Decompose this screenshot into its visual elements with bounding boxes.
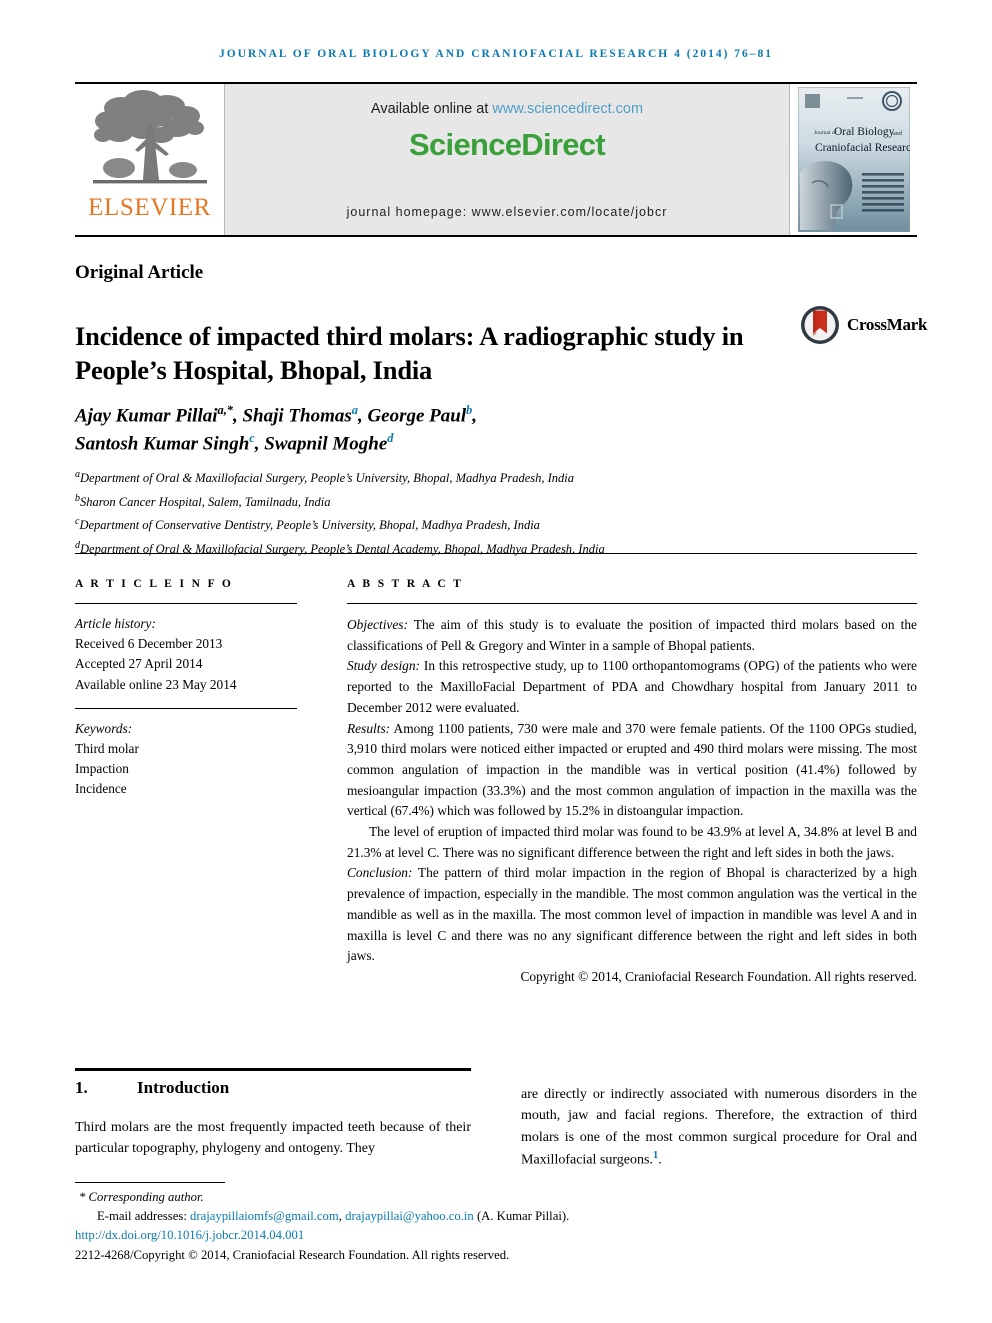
journal-cover-thumbnail: Journal of Oral Biology and Craniofacial… <box>789 84 917 235</box>
author-name: Ajay Kumar Pillai <box>75 405 218 427</box>
keywords-label: Keywords: <box>75 720 133 736</box>
available-online-prefix: Available online at <box>370 101 493 117</box>
author-affil-marker: d <box>387 430 394 445</box>
svg-text:and: and <box>893 130 903 137</box>
abstract-section: A B S T R A C T Objectives: The aim of t… <box>347 578 917 988</box>
author-name: , Shaji Thomas <box>232 405 352 427</box>
affiliation-text: Sharon Cancer Hospital, Salem, Tamilnadu… <box>80 494 331 509</box>
paper-page: Journal of Oral Biology and Craniofacial… <box>0 0 992 1323</box>
divider <box>347 603 917 604</box>
article-info-heading: A R T I C L E I N F O <box>75 578 234 590</box>
divider <box>75 707 297 709</box>
available-online-line: Available online at www.sciencedirect.co… <box>371 101 643 117</box>
author-name: , George Paul <box>357 405 467 427</box>
author-list: Ajay Kumar Pillaia,*, Shaji Thomasa, Geo… <box>75 402 835 458</box>
doi-text: http://dx.doi.org/10.1016/j.jobcr.2014.0… <box>75 1227 305 1242</box>
abstract-conclusion: Conclusion: The pattern of third molar i… <box>347 863 917 967</box>
body-column-right: are directly or indirectly associated wi… <box>521 1084 917 1171</box>
author-separator: , <box>472 405 478 427</box>
keyword-item: Incidence <box>75 781 127 797</box>
affiliation-text: Department of Oral & Maxillofacial Surge… <box>80 542 605 557</box>
corresponding-author-marker: * <box>79 1190 86 1204</box>
accepted-date: Accepted 27 April 2014 <box>75 656 203 672</box>
abstract-heading: A B S T R A C T <box>347 578 464 590</box>
divider <box>75 603 297 604</box>
footnote-block: * Corresponding author. E-mail addresses… <box>75 1188 920 1265</box>
affiliation-text: Department of Oral & Maxillofacial Surge… <box>80 471 575 486</box>
section-number: 1. <box>75 1078 88 1097</box>
svg-text:Oral Biology: Oral Biology <box>834 126 895 138</box>
author-name: Santosh Kumar Singh <box>75 433 250 455</box>
available-online-date: Available online 23 May 2014 <box>75 676 237 692</box>
author-name: , Swapnil Moghe <box>254 433 388 455</box>
affiliation-item: bSharon Cancer Hospital, Salem, Tamilnad… <box>75 490 835 514</box>
sciencedirect-banner: Available online at www.sciencedirect.co… <box>225 84 789 235</box>
journal-masthead: ELSEVIER Available online at www.science… <box>75 82 917 237</box>
section-heading-introduction: 1. Introduction <box>75 1078 229 1098</box>
journal-homepage-line[interactable]: journal homepage: www.elsevier.com/locat… <box>225 205 789 219</box>
page-title: Incidence of impacted third molars: A ra… <box>75 320 744 385</box>
crossmark-icon <box>801 306 839 344</box>
abstract-results-text: Among 1100 patients, 730 were male and 3… <box>347 720 917 819</box>
divider-above-introduction <box>75 1068 471 1071</box>
abstract-copyright: Copyright © 2014, Craniofacial Research … <box>520 968 917 984</box>
keyword-item: Third molar <box>75 741 139 757</box>
abstract-study-design: Study design: In this retrospective stud… <box>347 656 917 718</box>
affiliation-item: dDepartment of Oral & Maxillofacial Surg… <box>75 537 835 561</box>
crossmark-label: CrossMark <box>847 315 928 334</box>
article-history-label: Article history: <box>75 616 156 631</box>
abstract-results-paragraph-2: The level of eruption of impacted third … <box>347 824 917 860</box>
svg-text:Craniofacial Research: Craniofacial Research <box>815 142 910 154</box>
abstract-results: Results: Among 1100 patients, 730 were m… <box>347 719 917 823</box>
affiliation-item: aDepartment of Oral & Maxillofacial Surg… <box>75 466 835 490</box>
email-suffix: (A. Kumar Pillai). <box>473 1208 570 1223</box>
corresponding-author-text: Corresponding author. <box>88 1190 204 1204</box>
abstract-objectives-text: The aim of this study is to evaluate the… <box>347 617 917 653</box>
abstract-body: Objectives: The aim of this study is to … <box>347 615 917 988</box>
email-label: E-mail addresses: <box>97 1208 187 1223</box>
abstract-objectives: Objectives: The aim of this study is to … <box>347 615 917 656</box>
keyword-item: Impaction <box>75 761 129 777</box>
elsevier-wordmark: ELSEVIER <box>88 194 211 221</box>
corresponding-author-line: * Corresponding author. <box>75 1188 920 1207</box>
body-right-end: . <box>658 1152 662 1168</box>
journal-cover-icon: Journal of Oral Biology and Craniofacial… <box>797 87 910 232</box>
email-link-primary[interactable]: drajaypillaiomfs@gmail.com <box>190 1209 339 1223</box>
email-line: E-mail addresses: drajaypillaiomfs@gmail… <box>75 1207 920 1226</box>
article-history-block: Article history: Received 6 December 201… <box>75 614 297 695</box>
issn-copyright-line: 2212-4268/Copyright © 2014, Craniofacial… <box>75 1248 510 1263</box>
abstract-objectives-label: Objectives: <box>347 617 408 632</box>
affiliation-list: aDepartment of Oral & Maxillofacial Surg… <box>75 466 835 561</box>
affiliation-text: Department of Conservative Dentistry, Pe… <box>79 518 540 533</box>
body-right-text: are directly or indirectly associated wi… <box>521 1087 917 1168</box>
abstract-study-design-text: In this retrospective study, up to 1100 … <box>347 658 917 715</box>
abstract-conclusion-label: Conclusion: <box>347 865 413 881</box>
footnote-divider <box>75 1182 225 1183</box>
abstract-study-design-label: Study design: <box>347 658 421 674</box>
sciencedirect-wordmark: ScienceDirect <box>409 127 606 162</box>
divider-above-abstract <box>75 553 917 554</box>
abstract-conclusion-text: The pattern of third molar impaction in … <box>347 865 917 964</box>
elsevier-tree-icon <box>92 90 207 184</box>
doi-line[interactable]: http://dx.doi.org/10.1016/j.jobcr.2014.0… <box>75 1226 920 1245</box>
sciencedirect-link[interactable]: www.sciencedirect.com <box>492 101 643 117</box>
article-type: Original Article <box>75 262 204 283</box>
received-date: Received 6 December 2013 <box>75 636 223 652</box>
article-info-section: A R T I C L E I N F O Article history: R… <box>75 578 297 800</box>
body-column-left: Third molars are the most frequently imp… <box>75 1120 471 1157</box>
affiliation-item: cDepartment of Conservative Dentistry, P… <box>75 513 835 537</box>
author-affil-marker: a,* <box>217 403 233 417</box>
section-title: Introduction <box>137 1078 230 1097</box>
keywords-block: Keywords: Third molar Impaction Incidenc… <box>75 719 297 800</box>
email-link-secondary[interactable]: drajaypillai@yahoo.co.in <box>345 1209 474 1223</box>
abstract-results-label: Results: <box>347 720 391 736</box>
crossmark-badge[interactable]: CrossMark <box>800 305 927 345</box>
elsevier-logo: ELSEVIER <box>75 84 225 235</box>
running-head: Journal of Oral Biology and Craniofacial… <box>218 48 774 60</box>
